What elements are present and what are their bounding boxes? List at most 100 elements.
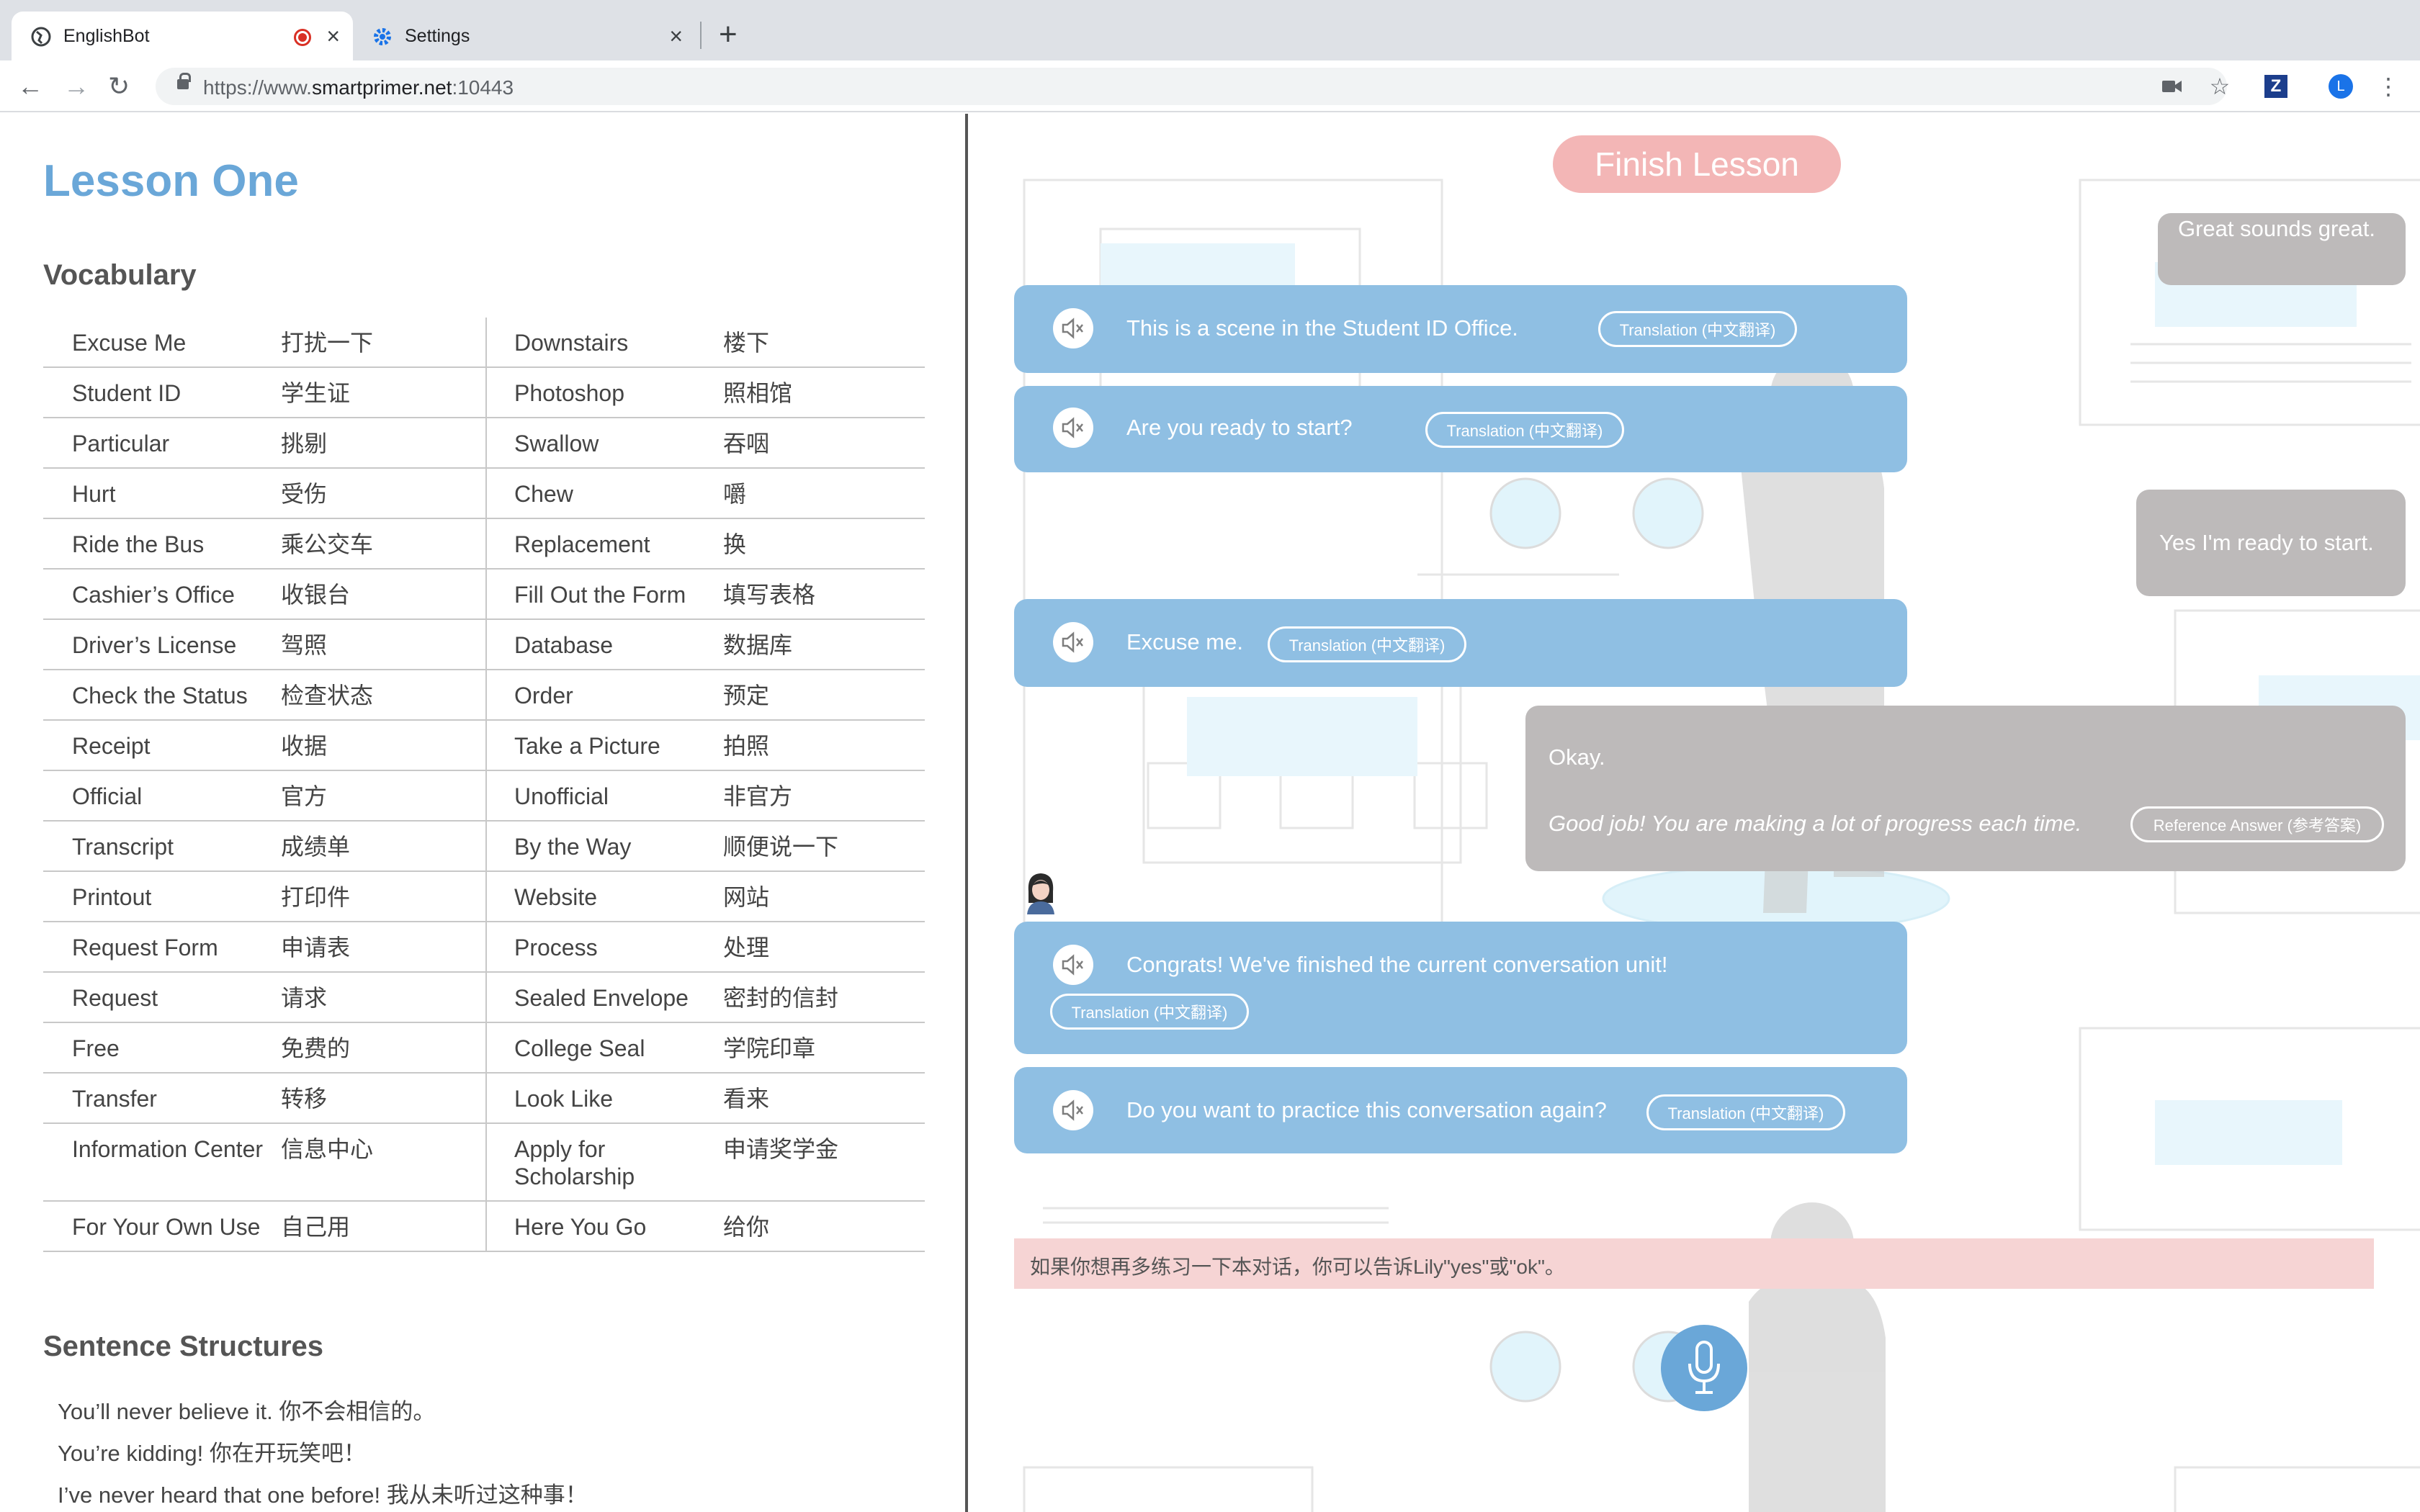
vocab-term-chinese: 看来: [723, 1086, 770, 1112]
lesson-title: Lesson One: [43, 156, 299, 206]
vocab-term-chinese: 顺便说一下: [723, 834, 839, 860]
vocab-row: Transcript 成绩单 By the Way 顺便说一下: [43, 822, 925, 872]
close-tab-icon[interactable]: ×: [669, 22, 683, 50]
zotero-extension-icon[interactable]: Z: [2263, 73, 2289, 99]
vocab-term-chinese: 嚼: [723, 481, 747, 507]
vocab-term-chinese: 处理: [723, 935, 770, 960]
translation-button[interactable]: Translation (中文翻译): [1268, 626, 1466, 662]
bot-message-bubble: Are you ready to start? Translation (中文翻…: [1014, 386, 1907, 472]
vocab-term-chinese: 驾照: [281, 632, 328, 658]
close-tab-icon[interactable]: ×: [326, 22, 340, 50]
feedback-bubble: Okay. Good job! You are making a lot of …: [1525, 706, 2406, 871]
vocab-term-chinese: 免费的: [281, 1035, 351, 1061]
vocab-term-english: Driver’s License: [72, 632, 237, 658]
tab-settings[interactable]: Settings ×: [353, 12, 696, 60]
vocab-term-chinese: 给你: [723, 1214, 770, 1240]
vocab-row: Excuse Me 打扰一下 Downstairs 楼下: [43, 318, 925, 368]
profile-avatar[interactable]: L: [2328, 73, 2354, 99]
new-tab-icon[interactable]: +: [719, 14, 738, 55]
vocab-term-chinese: 受伤: [281, 481, 328, 507]
vocabulary-heading: Vocabulary: [43, 259, 197, 291]
finish-lesson-button[interactable]: Finish Lesson: [1553, 135, 1841, 193]
vocab-term-chinese: 请求: [281, 985, 328, 1011]
reference-answer-button[interactable]: Reference Answer (参考答案): [2130, 806, 2384, 842]
reload-icon[interactable]: ↻: [108, 69, 130, 104]
vocab-term-english: Printout: [72, 884, 152, 910]
speaker-icon[interactable]: [1053, 408, 1093, 448]
translation-button[interactable]: Translation (中文翻译): [1425, 412, 1624, 448]
vocab-term-english: Official: [72, 783, 143, 809]
vocab-row: Transfer 转移 Look Like 看来: [43, 1074, 925, 1124]
vocab-term-english: Free: [72, 1035, 120, 1061]
vocab-term-english: Take a Picture: [485, 721, 723, 770]
vocab-term-chinese: 非官方: [723, 783, 793, 809]
feedback-reply-text: Okay.: [1549, 744, 1605, 770]
back-icon[interactable]: ←: [17, 69, 43, 104]
vocab-term-english: Process: [485, 922, 723, 971]
vocab-row: Information Center 信息中心 Apply for Scholars…: [43, 1124, 925, 1202]
vocab-term-chinese: 网站: [723, 884, 770, 910]
vocab-term-english: Unofficial: [485, 771, 723, 820]
vocab-term-chinese: 照相馆: [723, 380, 793, 406]
vocab-row: Particular 挑剔 Swallow 吞咽: [43, 418, 925, 469]
sentence-item: You’ll never believe it. 你不会相信的。: [58, 1399, 436, 1424]
vocab-term-english: Look Like: [485, 1074, 723, 1122]
vocab-row: For Your Own Use 自己用 Here You Go 给你: [43, 1202, 925, 1252]
vocab-term-chinese: 拍照: [723, 733, 770, 759]
speaker-icon[interactable]: [1053, 622, 1093, 662]
vocab-term-english: Apply for Scholarship: [485, 1124, 723, 1200]
bot-message-text: Do you want to practice this conversatio…: [1126, 1097, 1607, 1122]
microphone-icon: [1688, 1341, 1720, 1394]
camera-icon[interactable]: [2159, 73, 2185, 99]
vocab-term-chinese: 申请奖学金: [723, 1136, 839, 1162]
vocab-term-chinese: 检查状态: [281, 683, 374, 708]
vocab-term-chinese: 学生证: [281, 380, 351, 406]
vocab-term-english: Fill Out the Form: [485, 570, 723, 618]
vocab-term-chinese: 吞咽: [723, 431, 770, 456]
tab-bar: EnglishBot × Settings × +: [0, 0, 2420, 60]
vocab-term-english: Sealed Envelope: [485, 973, 723, 1022]
user-reply-bubble: Great sounds great.: [2158, 213, 2406, 285]
microphone-button[interactable]: [1661, 1325, 1747, 1411]
star-icon[interactable]: ☆: [2207, 73, 2233, 99]
vocab-term-chinese: 自己用: [281, 1214, 351, 1240]
speaker-icon[interactable]: [1053, 1090, 1093, 1130]
user-reply-bubble: Yes I'm ready to start.: [2136, 490, 2406, 596]
vocab-term-english: Order: [485, 670, 723, 719]
more-menu-icon[interactable]: ⋮: [2375, 73, 2401, 99]
translation-button[interactable]: Translation (中文翻译): [1050, 994, 1249, 1030]
vocab-term-chinese: 信息中心: [281, 1136, 374, 1162]
vocab-term-english: Transcript: [72, 834, 174, 860]
vocab-term-english: Replacement: [485, 519, 723, 568]
forward-icon[interactable]: →: [63, 69, 89, 104]
url-text: https://www.smartprimer.net:10443: [203, 76, 514, 99]
vocab-term-english: Ride the Bus: [72, 531, 205, 557]
vocab-row: Receipt 收据 Take a Picture 拍照: [43, 721, 925, 771]
sentence-item: I’ve never heard that one before! 我从未听过这…: [58, 1482, 588, 1508]
bot-message-bubble: This is a scene in the Student ID Office…: [1014, 285, 1907, 373]
vocab-term-english: Particular: [72, 431, 170, 456]
tab-divider: [700, 22, 702, 49]
vocab-term-english: Website: [485, 872, 723, 921]
vocab-row: Cashier’s Office 收银台 Fill Out the Form 填写表格: [43, 570, 925, 620]
vocab-term-chinese: 申请表: [281, 935, 351, 960]
vocab-term-english: College Seal: [485, 1023, 723, 1072]
vocab-term-chinese: 挑剔: [281, 431, 328, 456]
address-bar[interactable]: https://www.smartprimer.net:10443: [156, 68, 2227, 105]
vocabulary-table: Excuse Me 打扰一下 Downstairs 楼下 Student ID 学生证 Ph…: [43, 318, 925, 1252]
hint-banner: 如果你想再多练习一下本对话，你可以告诉Lily"yes"或"ok"。: [1014, 1238, 2374, 1289]
translation-button[interactable]: Translation (中文翻译): [1598, 311, 1797, 347]
bot-message-bubble: Congrats! We've finished the current con…: [1014, 922, 1907, 1054]
vocab-term-english: Check the Status: [72, 683, 248, 708]
vocab-row: Request 请求 Sealed Envelope 密封的信封: [43, 973, 925, 1023]
speaker-icon[interactable]: [1053, 945, 1093, 985]
bot-message-text: Congrats! We've finished the current con…: [1126, 952, 1668, 977]
lesson-panel: Lesson One Vocabulary Excuse Me 打扰一下 Downs…: [0, 114, 968, 1512]
translation-button[interactable]: Translation (中文翻译): [1646, 1094, 1845, 1130]
chat-panel: Finish Lesson Great sounds great. This i…: [971, 114, 2420, 1512]
vocab-term-english: Here You Go: [485, 1202, 723, 1251]
tab-englishbot[interactable]: EnglishBot ×: [12, 12, 353, 60]
vocab-term-chinese: 密封的信封: [723, 985, 839, 1011]
vocab-row: Student ID 学生证 Photoshop 照相馆: [43, 368, 925, 418]
speaker-icon[interactable]: [1053, 308, 1093, 348]
